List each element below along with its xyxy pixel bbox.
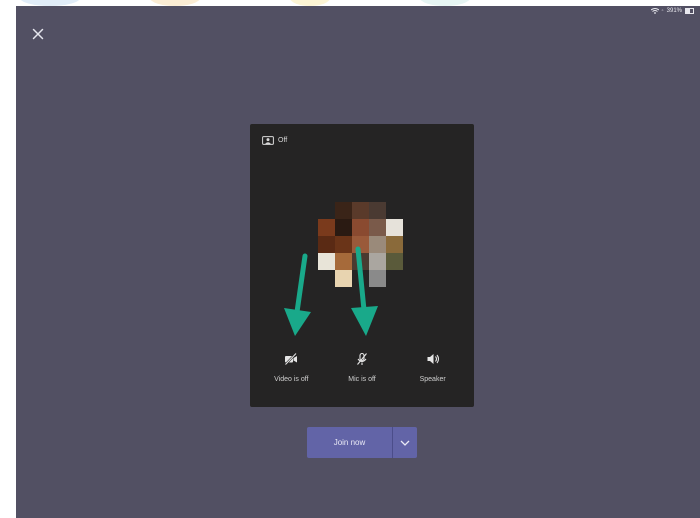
join-button-group: Join now (307, 427, 417, 458)
battery-percent: 391% (666, 8, 682, 14)
pre-join-screen: ◦ 391% Off Video is off Mic is off Speak… (16, 6, 700, 518)
device-controls: Video is off Mic is off Speaker (250, 352, 474, 383)
arrow-video (284, 253, 311, 336)
join-now-button[interactable]: Join now (307, 427, 392, 458)
video-preview: Off Video is off Mic is off Speaker (250, 124, 474, 407)
speaker-toggle-label: Speaker (419, 376, 446, 383)
wifi-icon (650, 8, 659, 14)
background-effects-button[interactable]: Off (262, 136, 287, 145)
background-effects-icon (262, 136, 274, 145)
battery-icon (685, 8, 694, 14)
video-toggle-label: Video is off (274, 376, 309, 383)
chevron-down-icon (400, 440, 410, 446)
mic-toggle-label: Mic is off (348, 376, 376, 383)
video-off-icon (285, 352, 298, 366)
status-bar: ◦ 391% (650, 6, 694, 16)
location-icon: ◦ (661, 8, 664, 14)
mic-off-icon (357, 352, 367, 365)
background-effects-label: Off (278, 137, 288, 144)
join-options-button[interactable] (393, 427, 417, 458)
join-now-label: Join now (333, 438, 366, 447)
video-toggle[interactable]: Video is off (261, 352, 321, 383)
close-button[interactable] (30, 26, 46, 42)
arrow-mic (351, 246, 378, 336)
speaker-icon (427, 354, 439, 364)
mic-toggle[interactable]: Mic is off (332, 352, 392, 383)
close-icon (32, 28, 44, 40)
speaker-toggle[interactable]: Speaker (403, 352, 463, 383)
